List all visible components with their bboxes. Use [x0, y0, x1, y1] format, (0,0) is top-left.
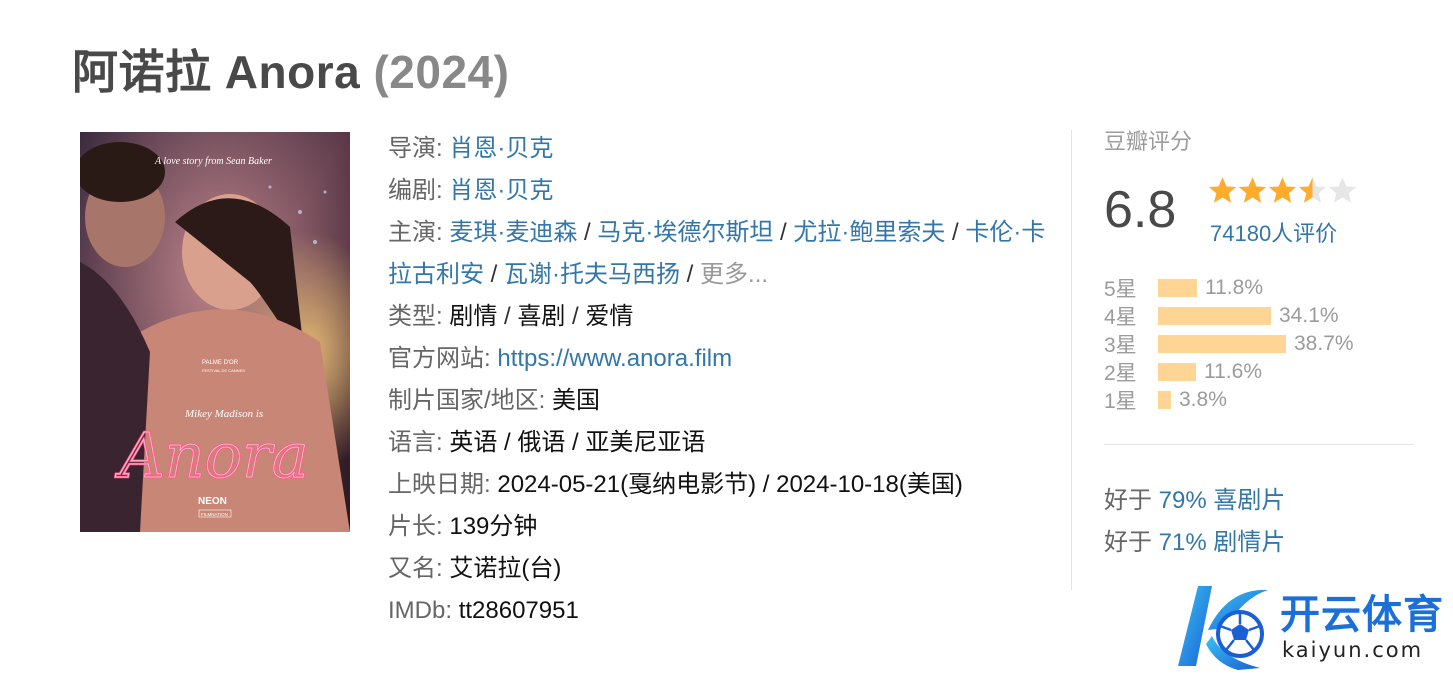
website-link[interactable]: https://www.anora.film [497, 345, 732, 372]
writer-label: 编剧 [388, 177, 436, 204]
release-row: 上映日期: 2024-05-21(戛纳电影节) / 2024-10-18(美国) [388, 471, 963, 498]
language-label: 语言 [388, 429, 436, 456]
imdb-row: IMDb: tt28607951 [388, 597, 579, 624]
rating-distribution-row: 2星 11.6% [1104, 358, 1424, 386]
country-row: 制片国家/地区: 美国 [388, 387, 601, 414]
poster-neon-title-glow: Anora [115, 419, 309, 492]
better-than-row: 好于 79% 喜剧片 [1104, 480, 1285, 515]
aka-value: 艾诺拉(台) [449, 555, 562, 582]
rating-star-label: 1星 [1104, 390, 1137, 413]
movie-poster[interactable]: A love story from Sean Baker PALME D'OR … [80, 132, 350, 532]
star-icon [1298, 177, 1327, 203]
cast-link[interactable]: 尤拉·鲍里索夫 [793, 219, 945, 246]
rating-distribution-row: 1星 3.8% [1104, 386, 1424, 414]
rating-percent: 34.1% [1279, 304, 1339, 327]
better-than-link[interactable]: 71% 剧情片 [1159, 529, 1286, 556]
rating-percent: 11.6% [1204, 360, 1262, 383]
poster-tagline: A love story from Sean Baker [154, 156, 272, 167]
star-icon [1328, 177, 1357, 203]
rating-star-label: 3星 [1104, 334, 1137, 357]
better-than-prefix: 好于 [1104, 487, 1152, 514]
country-label: 制片国家/地区 [388, 387, 539, 414]
kaiyun-logo-icon [1178, 586, 1268, 670]
aka-row: 又名: 艾诺拉(台) [388, 555, 562, 582]
rating-distribution-row: 4星 34.1% [1104, 302, 1424, 330]
watermark-logo: 开云体育 kaiyun.com [1168, 578, 1448, 678]
star-icon [1268, 177, 1297, 203]
poster-image: A love story from Sean Baker PALME D'OR … [80, 132, 350, 532]
rating-panel: 豆瓣评分 6.8 74180人评价 5星 11.8% 4星 34.1% 3星 38.7% 2… [1104, 124, 1424, 413]
page-title: 阿诺拉 Anora (2024) [72, 36, 509, 102]
rating-star-label: 5星 [1104, 278, 1137, 301]
cast-link[interactable]: 麦琪·麦迪森 [449, 219, 577, 246]
website-label: 官方网站 [388, 345, 484, 372]
movie-title: 阿诺拉 Anora [72, 46, 361, 98]
cast-row: 主演: 麦琪·麦迪森 / 马克·埃德尔斯坦 / 尤拉·鲍里索夫 / 卡伦·卡拉古… [388, 219, 1046, 288]
rating-bar [1158, 363, 1196, 381]
cast-link[interactable]: 瓦谢·托夫马西扬 [504, 261, 680, 288]
rating-bar [1158, 307, 1271, 325]
country-value: 美国 [552, 387, 601, 414]
runtime-label: 片长 [388, 513, 436, 540]
rating-distribution-row: 5星 11.8% [1104, 274, 1424, 302]
poster-festival-sub: FESTIVAL DE CANNES [202, 368, 245, 373]
rating-votes-link[interactable]: 74180人评价 [1210, 216, 1337, 248]
rating-divider [1104, 444, 1414, 445]
genre-value: 爱情 [585, 303, 634, 330]
language-row: 语言: 英语 / 俄语 / 亚美尼亚语 [388, 429, 706, 456]
section-divider [1071, 130, 1072, 590]
poster-festival: PALME D'OR [202, 360, 239, 366]
poster-studio: NEON [198, 496, 227, 507]
better-than-prefix: 好于 [1104, 529, 1152, 556]
better-than-link[interactable]: 79% 喜剧片 [1159, 487, 1286, 514]
rating-percent: 38.7% [1294, 332, 1354, 355]
genre-value: 喜剧 [517, 303, 566, 330]
rating-distribution: 5星 11.8% 4星 34.1% 3星 38.7% 2星 11.6% 1星 3.8% [1104, 274, 1424, 414]
genre-row: 类型: 剧情 / 喜剧 / 爱情 [388, 303, 634, 330]
language-value: 英语 / 俄语 / 亚美尼亚语 [449, 429, 706, 456]
rating-bar [1158, 279, 1197, 297]
runtime-row: 片长: 139分钟 [388, 513, 538, 540]
director-label: 导演 [388, 135, 436, 162]
writer-row: 编剧: 肖恩·贝克 [388, 177, 554, 204]
watermark-domain: kaiyun.com [1282, 638, 1424, 662]
rating-stars [1208, 176, 1358, 208]
better-than-row: 好于 71% 剧情片 [1104, 522, 1285, 557]
rating-score: 6.8 [1104, 181, 1177, 239]
rating-bar [1158, 391, 1171, 409]
cast-label: 主演 [388, 219, 436, 246]
rating-label: 豆瓣评分 [1104, 129, 1193, 154]
rating-bar [1158, 335, 1286, 353]
rating-distribution-row: 3星 38.7% [1104, 330, 1424, 358]
rating-percent: 11.8% [1205, 276, 1263, 299]
writer-link[interactable]: 肖恩·贝克 [449, 177, 553, 204]
genre-value: 剧情 [449, 303, 498, 330]
rating-star-label: 4星 [1104, 306, 1137, 329]
runtime-value: 139分钟 [449, 513, 538, 540]
watermark-name: 开云体育 [1280, 592, 1444, 638]
star-icon [1238, 177, 1267, 203]
aka-label: 又名 [388, 555, 436, 582]
movie-page: 阿诺拉 Anora (2024) A love story from Sean … [0, 0, 1453, 682]
release-value: 2024-05-21(戛纳电影节) / 2024-10-18(美国) [497, 471, 963, 498]
director-row: 导演: 肖恩·贝克 [388, 135, 554, 162]
star-icon [1208, 177, 1237, 203]
rating-star-label: 2星 [1104, 362, 1137, 385]
cast-link[interactable]: 马克·埃德尔斯坦 [597, 219, 773, 246]
imdb-label: IMDb [388, 597, 446, 624]
rating-percent: 3.8% [1179, 388, 1227, 411]
imdb-value: tt28607951 [458, 597, 579, 624]
movie-info: 导演: 肖恩·贝克 编剧: 肖恩·贝克 主演: 麦琪·麦迪森 / 马克·埃德尔斯… [388, 128, 1048, 632]
director-link[interactable]: 肖恩·贝克 [449, 135, 553, 162]
movie-year: (2024) [373, 46, 510, 98]
poster-studio2: FILMNATION [201, 512, 228, 517]
genre-label: 类型 [388, 303, 436, 330]
cast-more-link[interactable]: 更多... [700, 261, 768, 288]
release-label: 上映日期 [388, 471, 484, 498]
website-row: 官方网站: https://www.anora.film [388, 345, 733, 372]
